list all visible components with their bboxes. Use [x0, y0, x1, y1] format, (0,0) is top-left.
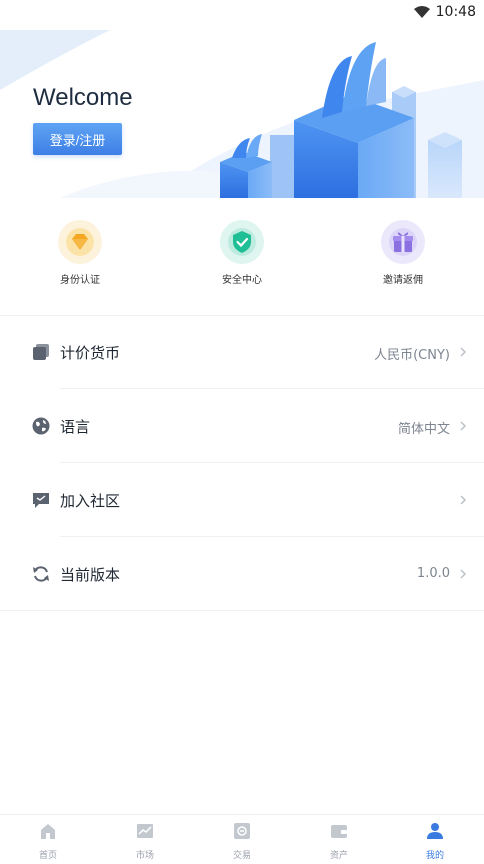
nav-label: 我的	[425, 851, 444, 861]
settings-row-label: 当前版本	[60, 566, 121, 584]
chevron-right-icon	[460, 421, 466, 431]
settings-row-value: 人民币(CNY)	[374, 348, 450, 363]
settings-row-community[interactable]: 加入社区	[0, 463, 484, 537]
nav-item-market[interactable]: 市场	[115, 821, 175, 861]
nav-item-home[interactable]: 首页	[18, 821, 78, 861]
settings-row-label: 加入社区	[60, 492, 121, 510]
chevron-right-icon	[460, 569, 466, 579]
settings-row-label: 计价货币	[60, 344, 121, 362]
quick-item-label: 安全中心	[222, 275, 262, 286]
chevron-right-icon	[460, 347, 466, 357]
nav-label: 市场	[135, 851, 154, 861]
chart-icon	[137, 824, 153, 838]
quick-item-security[interactable]: 安全中心	[192, 220, 292, 286]
settings-row-value: 1.0.0	[416, 566, 450, 581]
home-icon	[41, 824, 55, 839]
nav-label: 交易	[232, 851, 251, 861]
quick-item-label: 身份认证	[60, 275, 100, 286]
hero-banner: Welcome 登录/注册	[0, 0, 484, 198]
nav-label: 资产	[329, 851, 348, 861]
bottom-nav: 首页 市场 交易 资产 我的	[0, 814, 484, 864]
user-icon	[427, 823, 443, 839]
settings-row-label: 语言	[60, 418, 91, 436]
globe-icon	[32, 417, 50, 435]
nav-item-mine[interactable]: 我的	[405, 821, 465, 861]
login-register-button[interactable]: 登录/注册	[33, 123, 122, 155]
refresh-icon	[33, 566, 49, 582]
gift-icon	[389, 228, 417, 256]
shield-check-icon	[228, 228, 256, 256]
quick-item-identity[interactable]: 身份认证	[30, 220, 130, 286]
nav-item-assets[interactable]: 资产	[309, 821, 369, 861]
currency-icon	[33, 344, 49, 360]
exchange-icon	[234, 823, 250, 839]
welcome-title: Welcome	[33, 84, 133, 111]
nav-label: 首页	[38, 851, 57, 861]
nav-item-trade[interactable]: 交易	[212, 821, 272, 861]
wallet-icon	[331, 825, 347, 838]
settings-row-currency[interactable]: 计价货币 人民币(CNY)	[0, 315, 484, 389]
settings-row-version[interactable]: 当前版本 1.0.0	[0, 537, 484, 611]
settings-row-language[interactable]: 语言 简体中文	[0, 389, 484, 463]
chat-icon	[33, 493, 49, 508]
quick-item-label: 邀请返佣	[383, 275, 423, 286]
settings-row-value: 简体中文	[397, 422, 450, 437]
section-divider	[0, 610, 484, 611]
quick-actions: 身份认证 安全中心 邀请返佣	[0, 220, 484, 300]
diamond-icon	[66, 228, 94, 256]
quick-item-invite[interactable]: 邀请返佣	[353, 220, 453, 286]
chevron-right-icon	[460, 495, 466, 505]
